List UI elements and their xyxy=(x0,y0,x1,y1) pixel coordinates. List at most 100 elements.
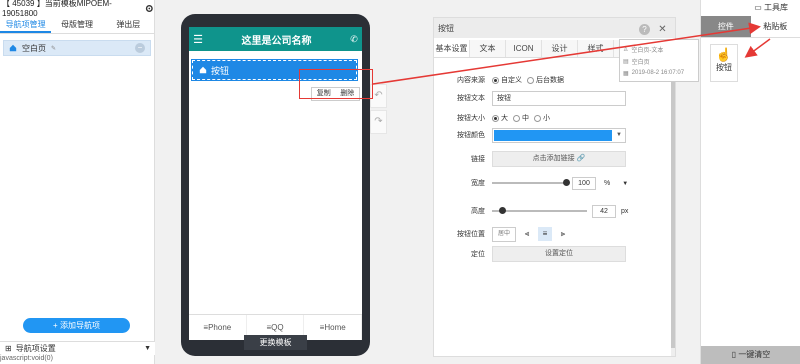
tooltip-line: 2019-08-2 16:07:07 xyxy=(631,70,685,76)
home-icon xyxy=(199,66,207,74)
home-icon xyxy=(9,44,17,52)
footer-item-phone[interactable]: ≡Phone xyxy=(189,315,247,340)
button-color-row: 按钮颜色 ▼ xyxy=(434,126,675,144)
height-unit-label: px xyxy=(621,207,629,215)
clear-all-button[interactable]: ▯ 一键清空 xyxy=(701,346,800,364)
tool-tabs: 控件 粘贴板 xyxy=(701,16,800,38)
chevron-down-icon[interactable]: ▼ xyxy=(144,345,151,352)
tool-library-panel: ▭ 工具库 控件 粘贴板 ☝ 按钮 ▯ 一键清空 xyxy=(700,0,800,364)
tooltip-line: 空白页-文本 xyxy=(631,47,664,54)
link-label: 链接 xyxy=(471,156,485,163)
align-center-icon[interactable]: ≡ xyxy=(538,227,552,241)
calendar-icon: ▦ xyxy=(623,70,629,77)
hand-pointer-icon: ☝ xyxy=(715,47,733,62)
edit-icon[interactable]: ✎ xyxy=(51,45,56,52)
panel-title: 按钮 xyxy=(438,23,454,33)
radio-size-medium[interactable]: 中 xyxy=(513,113,529,123)
height-value-input[interactable]: 42 xyxy=(592,204,616,218)
tab-clipboard[interactable]: 粘贴板 xyxy=(751,16,800,37)
highlight-annotation-box xyxy=(299,69,373,99)
add-link-button[interactable]: 点击添加链接 🔗 xyxy=(492,151,626,167)
button-position-label: 按钮位置 xyxy=(457,231,485,238)
tab-master-manage[interactable]: 母版管理 xyxy=(51,16,102,33)
collapse-icon[interactable]: − xyxy=(135,43,145,53)
radio-backend-data[interactable]: 后台数据 xyxy=(527,75,564,85)
tool-item-button[interactable]: ☝ 按钮 xyxy=(710,44,738,82)
tab-basic-settings[interactable]: 基本设置 xyxy=(434,40,470,57)
locate-label: 定位 xyxy=(471,251,485,258)
nav-settings-label: 导航项设置 xyxy=(15,344,56,353)
sidebar-item-label: 空白页 xyxy=(22,43,46,53)
height-row: 高度 42 px xyxy=(434,202,675,220)
locate-row: 定位 设置定位 xyxy=(434,245,675,263)
align-left-icon[interactable]: ⫷ xyxy=(520,227,534,241)
chevron-down-icon: ▼ xyxy=(616,131,622,138)
phone-button-label: 按钮 xyxy=(211,65,230,76)
sidebar-item-blank-page[interactable]: 空白页 ✎ − xyxy=(3,40,151,56)
add-nav-item-button[interactable]: + 添加导航项 xyxy=(23,318,130,333)
radio-custom[interactable]: 自定义 xyxy=(492,75,522,85)
width-value-input[interactable]: 100 xyxy=(572,176,596,190)
nav-settings-bar[interactable]: ⊞ 导航项设置 ▼ xyxy=(0,341,155,355)
history-tooltip: ♙ 空白页-文本 ▤ 空白页 ▦ 2019-08-2 16:07:07 xyxy=(619,39,699,82)
phone-icon[interactable]: ✆ xyxy=(346,34,362,45)
width-unit-select[interactable]: % ▼ xyxy=(604,180,628,187)
close-icon[interactable]: ✕ xyxy=(657,24,668,35)
radio-size-large[interactable]: 大 xyxy=(492,113,508,123)
panel-header: 按钮 ? ✕ xyxy=(434,18,675,38)
tab-text[interactable]: 文本 xyxy=(470,40,506,57)
phone-header[interactable]: ☰ 这里是公司名称 ✆ xyxy=(189,27,362,51)
radio-size-small[interactable]: 小 xyxy=(534,113,550,123)
left-sidebar: 【 45039 】当前模板MIPOEM-19051800 导航项管理 母版管理 … xyxy=(0,0,155,364)
color-swatch xyxy=(494,129,612,141)
sidebar-tabs: 导航项管理 母版管理 弹出层 xyxy=(0,16,154,34)
button-text-row: 按钮文本 按钮 xyxy=(434,89,675,107)
footer-item-label: Phone xyxy=(208,323,232,332)
button-position-row: 按钮位置 居中 ⫷ ≡ ⫸ xyxy=(434,225,675,243)
align-right-icon[interactable]: ⫸ xyxy=(556,227,570,241)
set-position-button[interactable]: 设置定位 xyxy=(492,246,626,262)
tab-style[interactable]: 样式 xyxy=(578,40,614,57)
footer-item-label: Home xyxy=(324,323,346,332)
tab-controls[interactable]: 控件 xyxy=(701,16,751,37)
height-slider[interactable] xyxy=(492,207,587,214)
gear-icon[interactable] xyxy=(145,4,154,13)
height-label: 高度 xyxy=(471,208,485,215)
page-icon: ▤ xyxy=(623,58,629,65)
menu-icon[interactable]: ☰ xyxy=(189,33,207,46)
tool-library-title: 工具库 xyxy=(764,3,788,12)
color-picker[interactable]: ▼ xyxy=(492,127,626,143)
help-icon[interactable]: ? xyxy=(639,24,650,35)
link-icon: 🔗 xyxy=(576,155,586,162)
user-icon: ♙ xyxy=(623,46,629,53)
slider-knob[interactable] xyxy=(499,207,507,214)
button-text-input[interactable]: 按钮 xyxy=(492,90,626,106)
tooltip-line: 空白页 xyxy=(631,59,650,66)
change-template-button[interactable]: 更换模板 xyxy=(244,335,307,350)
width-row: 宽度 100 % ▼ xyxy=(434,174,675,192)
width-label: 宽度 xyxy=(471,180,485,187)
settings-icon: ⊞ xyxy=(5,344,12,353)
tool-library-header: ▭ 工具库 xyxy=(701,0,800,16)
phone-title: 这里是公司名称 xyxy=(241,35,312,47)
tab-design[interactable]: 设计 xyxy=(542,40,578,57)
site-header: 【 45039 】当前模板MIPOEM-19051800 xyxy=(0,0,154,18)
monitor-icon: ▭ xyxy=(754,3,762,12)
footer-item-label: QQ xyxy=(271,323,284,332)
tab-popup-layer[interactable]: 弹出层 xyxy=(103,16,154,33)
button-text-label: 按钮文本 xyxy=(457,95,485,102)
tab-icon[interactable]: ICON xyxy=(506,40,542,57)
content-source-label: 内容来源 xyxy=(457,77,485,84)
redo-icon[interactable]: ↷ xyxy=(370,110,387,134)
status-bar-text: javascript:void(0) xyxy=(0,355,56,362)
width-slider[interactable] xyxy=(492,179,570,186)
button-size-row: 按钮大小 大 中 小 xyxy=(434,109,675,127)
trash-icon: ▯ xyxy=(731,350,737,359)
phone-preview: ☰ 这里是公司名称 ✆ 按钮 复制 删除 ≡Phone ≡QQ ≡Home 更换… xyxy=(181,14,370,356)
slider-knob[interactable] xyxy=(563,179,570,186)
tab-nav-manage[interactable]: 导航项管理 xyxy=(0,16,52,33)
footer-item-home[interactable]: ≡Home xyxy=(304,315,363,340)
tool-item-label: 按钮 xyxy=(716,63,732,72)
center-button[interactable]: 居中 xyxy=(492,226,516,242)
button-size-label: 按钮大小 xyxy=(457,115,485,122)
